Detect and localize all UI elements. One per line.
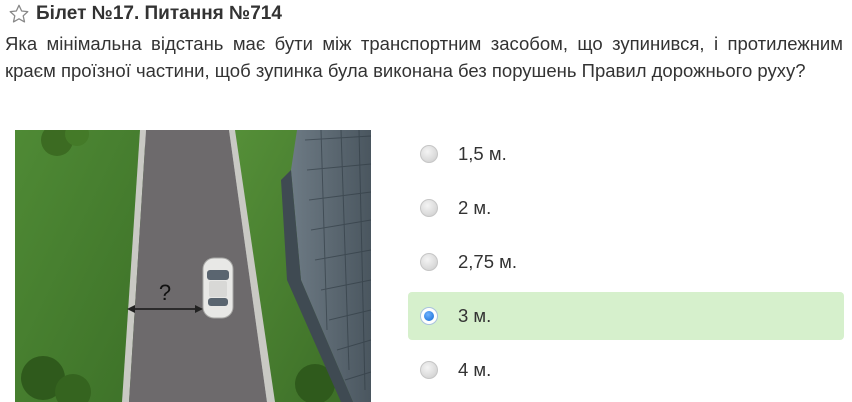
answer-option-4[interactable]: 3 м. [408, 292, 844, 340]
star-outline-icon[interactable] [8, 3, 30, 25]
radio-button[interactable] [420, 145, 438, 163]
answer-label: 3 м. [458, 305, 492, 326]
answer-label: 4 м. [458, 359, 492, 380]
answer-option-1[interactable]: 1,5 м. [408, 130, 844, 178]
radio-button-checked[interactable] [420, 307, 438, 325]
car-icon [202, 257, 234, 319]
ticket-title: Білет №17. Питання №714 [36, 3, 282, 24]
answer-label: 2,75 м. [458, 251, 518, 272]
answer-option-3[interactable]: 2,75 м. [408, 238, 844, 286]
question-text: Яка мінімальна відстань має бути між тра… [5, 33, 843, 81]
question-header: Білет №17. Питання №714 [8, 2, 282, 26]
radio-button[interactable] [420, 199, 438, 217]
answer-option-2[interactable]: 2 м. [408, 184, 844, 232]
answer-option-5[interactable]: 4 м. [408, 346, 844, 394]
road-illustration: ? [15, 130, 371, 402]
answer-label: 1,5 м. [458, 143, 507, 164]
radio-button[interactable] [420, 361, 438, 379]
radio-button[interactable] [420, 253, 438, 271]
answer-list: 1,5 м. 2 м. 2,75 м. 3 м. 4 м. [408, 130, 844, 400]
distance-label: ? [159, 280, 171, 305]
answer-label: 2 м. [458, 197, 492, 218]
